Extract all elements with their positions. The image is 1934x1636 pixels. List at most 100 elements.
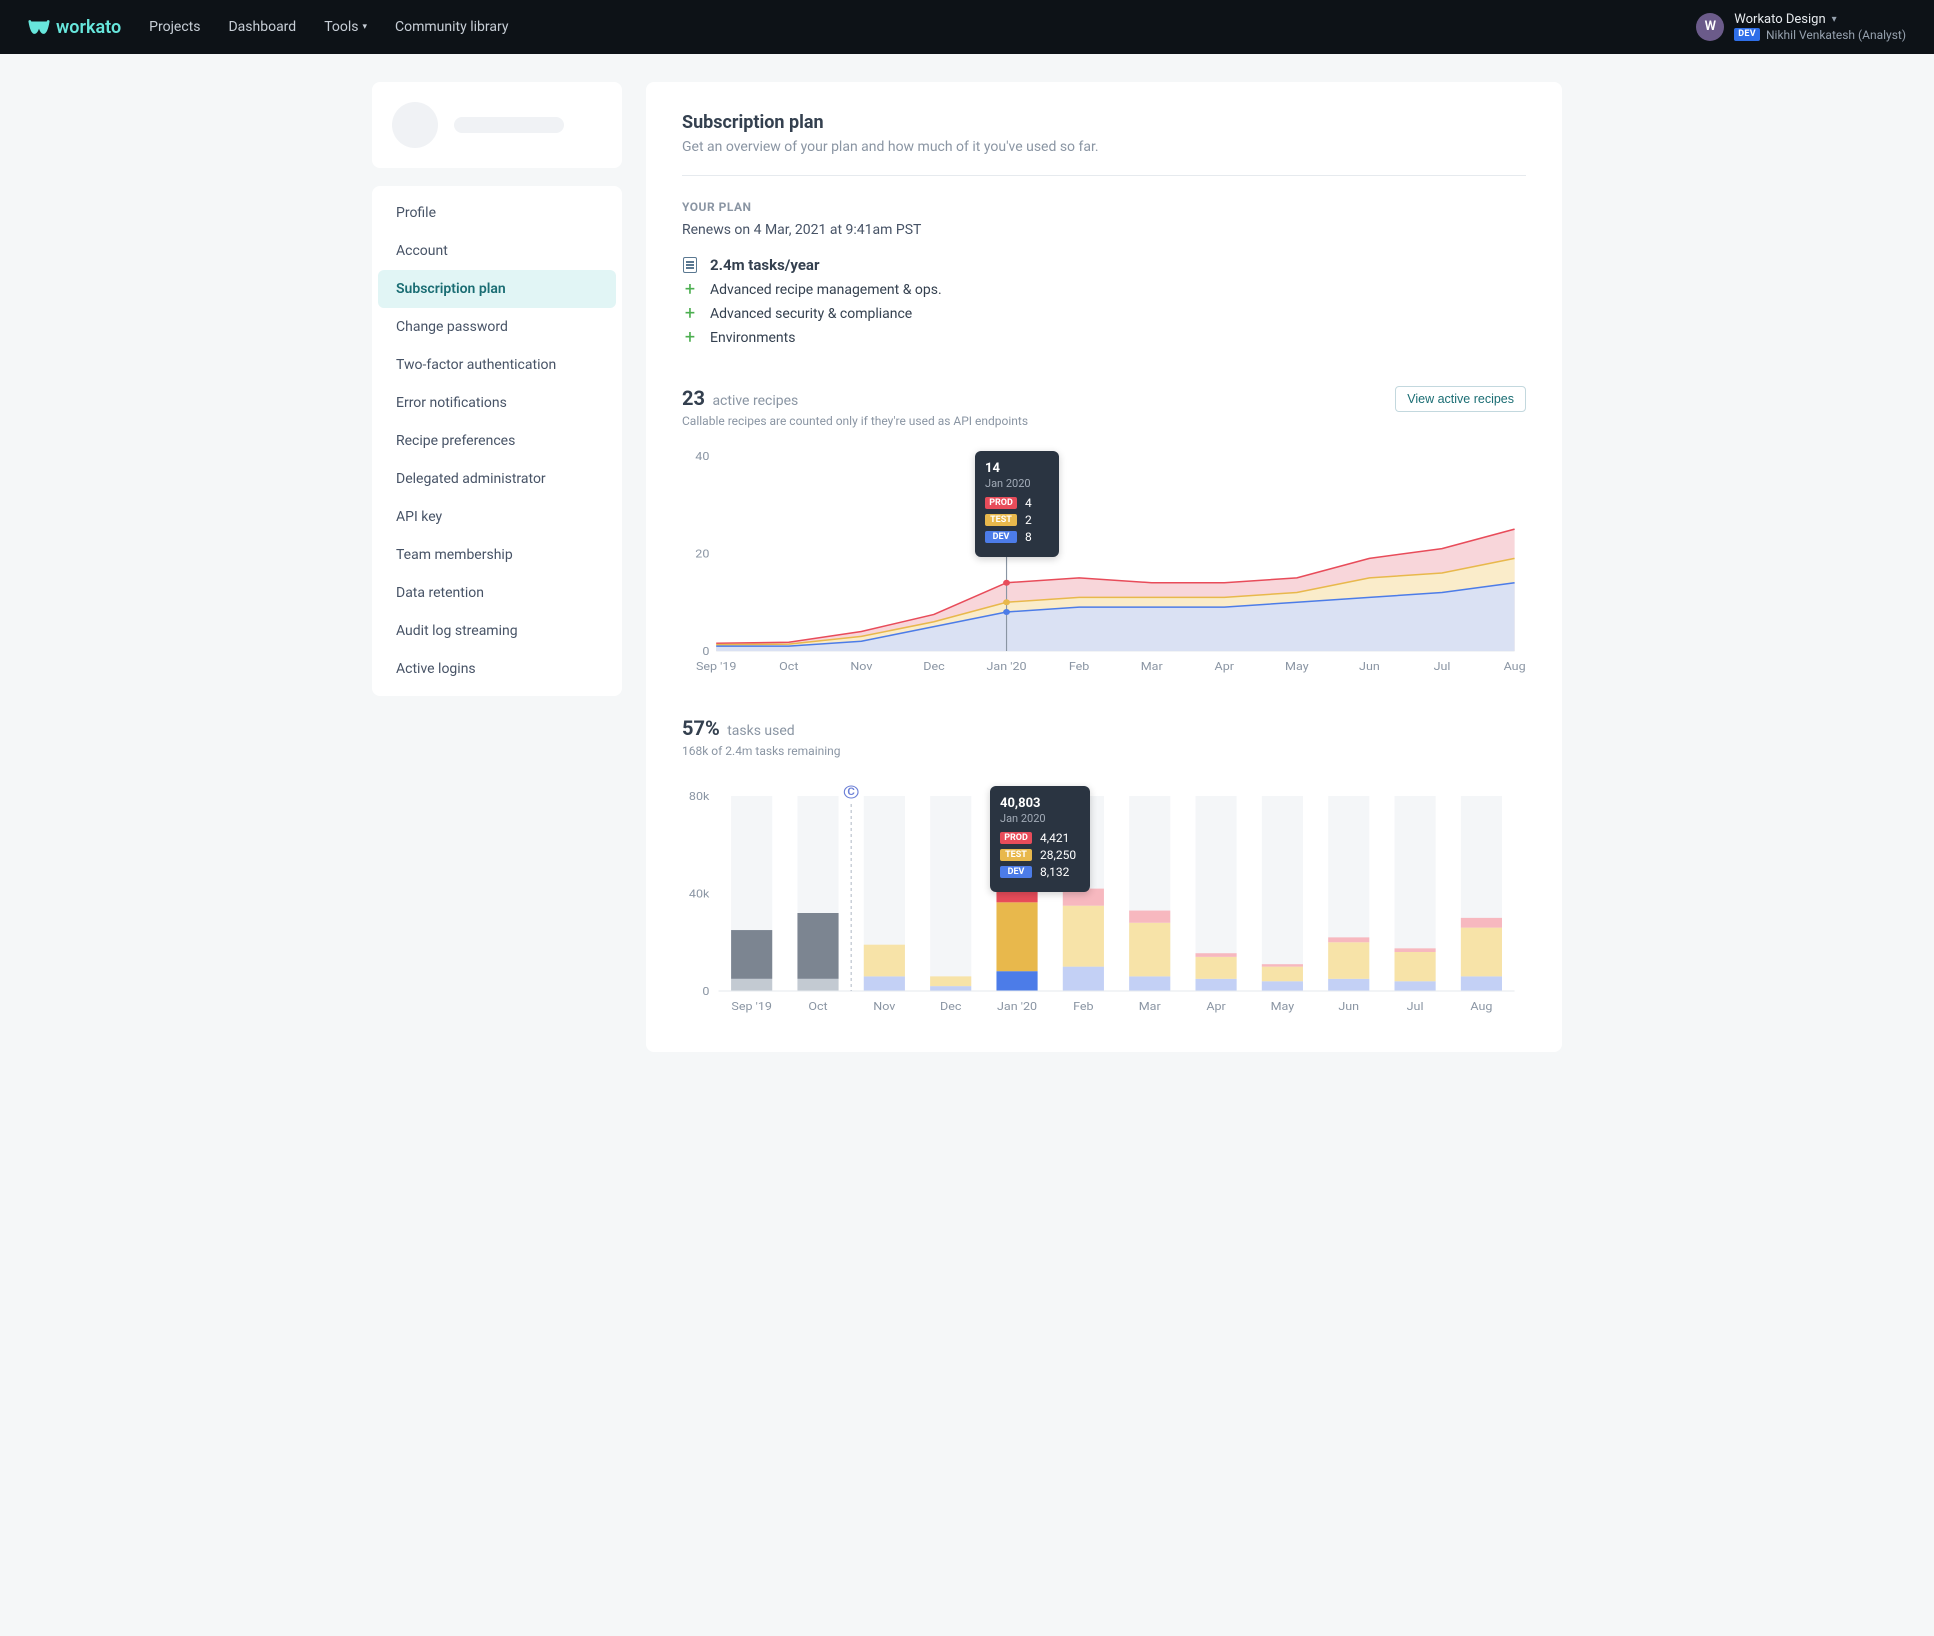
tasks-used-section: 57% tasks used 168k of 2.4m tasks remain…: [682, 716, 1526, 1016]
tooltip-row: TEST 28,250: [1000, 848, 1076, 862]
svg-text:Dec: Dec: [923, 660, 944, 673]
tooltip-badge: PROD: [1000, 832, 1032, 844]
sidebar-item-team-membership[interactable]: Team membership: [378, 536, 616, 574]
profile-avatar-placeholder: [392, 102, 438, 148]
svg-text:80k: 80k: [689, 790, 709, 803]
tooltip-period: Jan 2020: [985, 477, 1045, 490]
svg-text:Sep '19: Sep '19: [731, 1000, 772, 1013]
nav-link-community-library[interactable]: Community library: [395, 19, 508, 35]
svg-text:40k: 40k: [689, 887, 709, 900]
svg-text:Apr: Apr: [1206, 1000, 1225, 1013]
nav-link-projects[interactable]: Projects: [149, 19, 200, 35]
svg-text:May: May: [1285, 660, 1309, 673]
svg-text:Nov: Nov: [850, 660, 872, 673]
svg-text:Mar: Mar: [1141, 660, 1163, 673]
sidebar-item-profile[interactable]: Profile: [378, 194, 616, 232]
plan-feature-row: + Advanced recipe management & ops.: [682, 282, 1526, 298]
plan-feature-text: Environments: [710, 330, 795, 346]
tooltip-total: 14: [985, 461, 1045, 476]
tooltip-value: 8: [1025, 530, 1032, 544]
tooltip-badge: TEST: [985, 514, 1017, 526]
tooltip-value: 4,421: [1040, 831, 1069, 845]
tooltip-value: 28,250: [1040, 848, 1076, 862]
tooltip-period: Jan 2020: [1000, 812, 1076, 825]
tooltip-row: DEV8,132: [1000, 865, 1076, 879]
recipes-tooltip: 14Jan 2020 PROD4 TEST 2 DEV8: [975, 451, 1059, 557]
sidebar-item-data-retention[interactable]: Data retention: [378, 574, 616, 612]
nav-right: W Workato Design ▾ DEV Nikhil Venkatesh …: [1696, 12, 1906, 42]
recipes-title: 23 active recipes: [682, 386, 1028, 410]
your-plan-label: YOUR PLAN: [682, 200, 1526, 214]
user-avatar[interactable]: W: [1696, 13, 1724, 41]
svg-text:Jun: Jun: [1338, 1000, 1359, 1013]
svg-text:Jul: Jul: [1407, 1000, 1424, 1013]
sidebar-item-error-notifications[interactable]: Error notifications: [378, 384, 616, 422]
main-panel: Subscription plan Get an overview of you…: [646, 82, 1562, 1052]
svg-text:May: May: [1271, 1000, 1295, 1013]
workspace-name: Workato Design: [1734, 12, 1825, 28]
recipes-hint: Callable recipes are counted only if the…: [682, 414, 1028, 428]
plan-feature-row: + Environments: [682, 330, 1526, 346]
svg-text:Jul: Jul: [1434, 660, 1451, 673]
tooltip-badge: PROD: [985, 497, 1017, 509]
page-title: Subscription plan: [682, 112, 1526, 133]
svg-text:Feb: Feb: [1069, 660, 1090, 673]
svg-text:Oct: Oct: [808, 1000, 827, 1013]
tooltip-row: PROD4: [985, 496, 1045, 510]
divider: [682, 175, 1526, 176]
tooltip-value: 2: [1025, 513, 1032, 527]
nav-link-tools[interactable]: Tools▾: [324, 19, 367, 35]
profile-card: [372, 82, 622, 168]
plus-icon: +: [685, 329, 695, 347]
plus-icon: +: [685, 281, 695, 299]
svg-text:Dec: Dec: [940, 1000, 961, 1013]
sidebar-item-api-key[interactable]: API key: [378, 498, 616, 536]
tooltip-total: 40,803: [1000, 796, 1076, 811]
document-icon: [683, 257, 697, 273]
nav-link-dashboard[interactable]: Dashboard: [228, 19, 296, 35]
svg-text:Jun: Jun: [1359, 660, 1380, 673]
chevron-down-icon: ▾: [1832, 14, 1837, 26]
svg-text:Nov: Nov: [873, 1000, 895, 1013]
sidebar-item-audit-log-streaming[interactable]: Audit log streaming: [378, 612, 616, 650]
svg-text:Oct: Oct: [779, 660, 798, 673]
profile-name-placeholder: [454, 117, 564, 133]
tooltip-row: TEST 2: [985, 513, 1045, 527]
view-active-recipes-button[interactable]: View active recipes: [1395, 386, 1526, 412]
sidebar-item-account[interactable]: Account: [378, 232, 616, 270]
tooltip-badge: DEV: [1000, 866, 1032, 878]
sidebar-item-change-password[interactable]: Change password: [378, 308, 616, 346]
tooltip-row: PROD 4,421: [1000, 831, 1076, 845]
renewal-text: Renews on 4 Mar, 2021 at 9:41am PST: [682, 222, 1526, 238]
svg-text:20: 20: [695, 547, 709, 560]
active-recipes-section: 23 active recipes Callable recipes are c…: [682, 386, 1526, 676]
tasks-title: 57% tasks used: [682, 716, 841, 740]
page-subtitle: Get an overview of your plan and how muc…: [682, 139, 1526, 155]
settings-sidebar: ProfileAccountSubscription planChange pa…: [372, 186, 622, 696]
sidebar-item-active-logins[interactable]: Active logins: [378, 650, 616, 688]
user-name-role: Nikhil Venkatesh (Analyst): [1766, 28, 1906, 42]
recipes-chart[interactable]: 02040Sep '19OctNovDecJan '20FebMarAprMay…: [682, 446, 1526, 676]
sidebar-item-two-factor-authentication[interactable]: Two-factor authentication: [378, 346, 616, 384]
chevron-down-icon: ▾: [362, 22, 367, 32]
tasks-chart[interactable]: 040k80kCSep '19OctNovDecJan '20FebMarApr…: [682, 776, 1526, 1016]
plan-feature-row: +Advanced security & compliance: [682, 306, 1526, 322]
svg-text:Jan '20: Jan '20: [987, 660, 1027, 673]
svg-text:Jan '20: Jan '20: [997, 1000, 1037, 1013]
svg-text:C: C: [847, 786, 854, 798]
plan-feature-text: Advanced recipe management & ops.: [710, 282, 942, 298]
svg-text:Aug: Aug: [1470, 1000, 1492, 1013]
brand-logo[interactable]: workato: [28, 16, 121, 38]
plan-tasks-summary: 2.4m tasks/year: [710, 256, 819, 274]
brand-text: workato: [56, 17, 121, 38]
plus-icon: +: [685, 305, 695, 323]
tooltip-badge: TEST: [1000, 849, 1032, 861]
user-menu[interactable]: Workato Design ▾ DEV Nikhil Venkatesh (A…: [1734, 12, 1906, 42]
svg-text:0: 0: [702, 985, 709, 998]
sidebar-item-delegated-administrator[interactable]: Delegated administrator: [378, 460, 616, 498]
tooltip-row: DEV8: [985, 530, 1045, 544]
sidebar-item-subscription-plan[interactable]: Subscription plan: [378, 270, 616, 308]
workato-logo-icon: [28, 16, 50, 38]
svg-text:Mar: Mar: [1139, 1000, 1161, 1013]
sidebar-item-recipe-preferences[interactable]: Recipe preferences: [378, 422, 616, 460]
